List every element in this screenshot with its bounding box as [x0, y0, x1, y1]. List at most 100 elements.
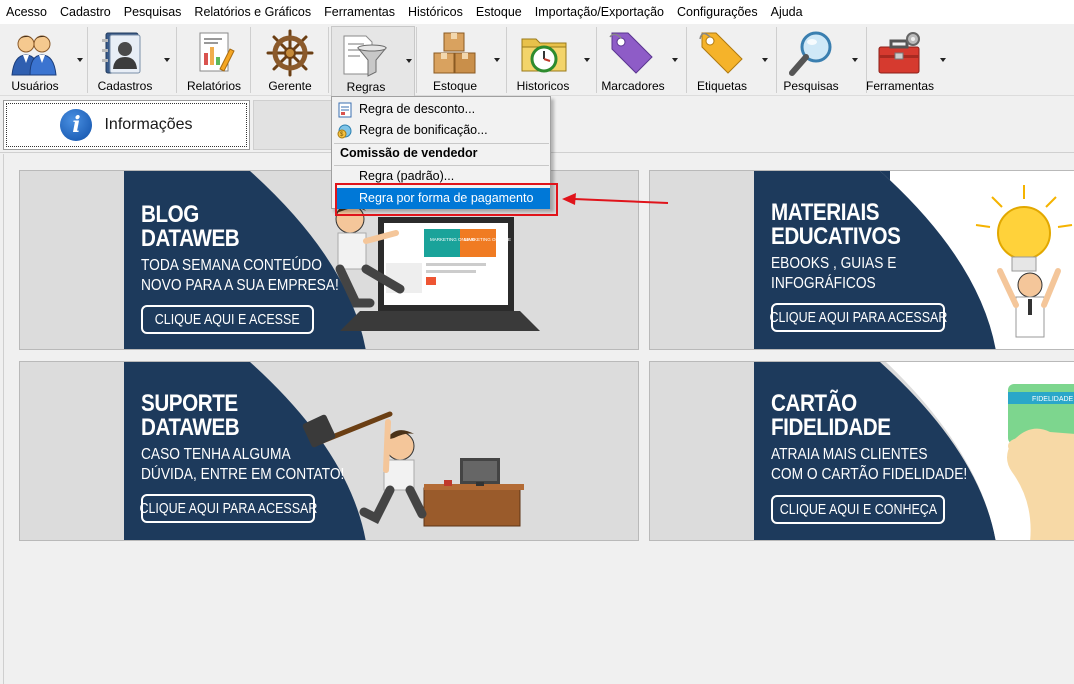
cartao-cta-button[interactable]: CLIQUE AQUI E CONHEÇA: [771, 495, 945, 524]
laptop-text-right: MARKETING OFFLINE: [464, 237, 511, 242]
toolbar-separator: [328, 27, 329, 93]
menu-item-regra-desconto[interactable]: Regra de desconto...: [333, 99, 550, 120]
cartao-subtitle-line1: ATRAIA MAIS CLIENTES: [771, 446, 928, 463]
materiais-subtitle-line2: INFOGRÁFICOS: [771, 275, 876, 292]
tab-informacoes[interactable]: i Informações: [3, 100, 250, 150]
usuarios-dropdown-arrow[interactable]: [77, 58, 83, 62]
clock-folder-icon: [521, 38, 567, 73]
menu-bar: Acesso Cadastro Pesquisas Relatórios e G…: [0, 0, 1074, 24]
regras-dropdown-arrow[interactable]: [406, 59, 412, 63]
estoque-button[interactable]: Estoque: [420, 26, 504, 94]
suporte-cta-button[interactable]: CLIQUE AQUI PARA ACESSAR: [139, 494, 317, 523]
contacts-icon: [102, 32, 141, 74]
toolbar-separator: [506, 27, 507, 93]
gerente-label: Gerente: [268, 79, 312, 93]
suporte-banner-background: [20, 362, 638, 540]
historicos-dropdown-arrow[interactable]: [584, 58, 590, 62]
materiais-title-line1: MATERIAIS: [771, 199, 880, 226]
annotation-highlight-box: [335, 183, 558, 216]
pesquisas-dropdown-arrow[interactable]: [852, 58, 858, 62]
ferramentas-dropdown-arrow[interactable]: [940, 58, 946, 62]
toolbar-separator: [416, 27, 417, 93]
cartao-card-text: FIDELIDADE: [1032, 396, 1074, 403]
main-content: MARKETING ONLINE MARKETING OFFLINE BLOG …: [3, 154, 1074, 684]
menu-pesquisas[interactable]: Pesquisas: [118, 0, 189, 24]
boxes-icon: [433, 32, 476, 74]
materiais-cta-button[interactable]: CLIQUE AQUI PARA ACESSAR: [769, 303, 947, 332]
cadastros-label: Cadastros: [97, 79, 153, 93]
pesquisas-button[interactable]: Pesquisas: [778, 26, 864, 94]
tag-icon: [609, 32, 653, 74]
toolbox-icon: [878, 32, 920, 74]
relatorios-label: Relatórios: [186, 79, 242, 93]
suporte-title-line2: DATAWEB: [141, 414, 240, 441]
menu-ajuda[interactable]: Ajuda: [765, 0, 810, 24]
menu-item-regra-desconto-label: Regra de desconto...: [359, 102, 476, 116]
menu-relatorios-graficos[interactable]: Relatórios e Gráficos: [188, 0, 318, 24]
pesquisas-label: Pesquisas: [783, 79, 839, 93]
bonus-rule-icon: $: [337, 124, 352, 139]
blog-cta-label: CLIQUE AQUI E ACESSE: [155, 311, 300, 328]
menu-item-regra-padrao-label: Regra (padrão)...: [359, 169, 455, 183]
blog-subtitle-line2: NOVO PARA A SUA EMPRESA!: [141, 277, 339, 294]
materiais-educativos-banner[interactable]: MATERIAIS EDUCATIVOS EBOOKS , GUIAS E IN…: [649, 170, 1074, 350]
blog-title-line2: DATAWEB: [141, 225, 240, 252]
marcadores-dropdown-arrow[interactable]: [672, 58, 678, 62]
marcadores-label: Marcadores: [601, 79, 665, 93]
menu-historicos[interactable]: Históricos: [402, 0, 470, 24]
relatorios-button[interactable]: Relatórios: [180, 26, 248, 94]
tab-secondary[interactable]: [253, 100, 333, 150]
regras-button[interactable]: Regras: [331, 26, 415, 96]
annotation-arrow-icon: [562, 193, 669, 205]
suporte-cta-label: CLIQUE AQUI PARA ACESSAR: [139, 500, 317, 517]
cartao-title-line2: FIDELIDADE: [771, 414, 891, 441]
toolbar-separator: [776, 27, 777, 93]
menu-importacao-exportacao[interactable]: Importação/Exportação: [529, 0, 671, 24]
ferramentas-button[interactable]: Ferramentas: [866, 26, 950, 94]
menu-ferramentas[interactable]: Ferramentas: [318, 0, 402, 24]
funnel-rules-icon: [343, 35, 388, 77]
menu-acesso[interactable]: Acesso: [0, 0, 54, 24]
materiais-title-line2: EDUCATIVOS: [771, 223, 901, 250]
estoque-label: Estoque: [432, 79, 478, 93]
reports-icon: [199, 32, 235, 72]
menu-cadastro[interactable]: Cadastro: [54, 0, 118, 24]
toolbar-separator: [250, 27, 251, 93]
ferramentas-label: Ferramentas: [866, 79, 935, 93]
cadastros-button[interactable]: Cadastros: [90, 26, 174, 94]
menu-configuracoes[interactable]: Configurações: [671, 0, 765, 24]
menu-header-comissao-vendedor: Comissão de vendedor: [340, 146, 478, 160]
cadastros-dropdown-arrow[interactable]: [164, 58, 170, 62]
tab-informacoes-label: Informações: [104, 116, 193, 133]
suporte-title-line1: SUPORTE: [141, 390, 238, 417]
materiais-subtitle-line1: EBOOKS , GUIAS E: [771, 255, 897, 272]
menu-estoque[interactable]: Estoque: [470, 0, 529, 24]
historicos-button[interactable]: Historicos: [510, 26, 594, 94]
toolbar: Usuários Cadastros Relatórios Gerente Re…: [0, 24, 1074, 96]
blog-cta-button[interactable]: CLIQUE AQUI E ACESSE: [141, 305, 314, 334]
suporte-dataweb-banner[interactable]: SUPORTE DATAWEB CASO TENHA ALGUMA DÚVIDA…: [19, 361, 639, 541]
users-icon: [11, 35, 57, 76]
etiquetas-dropdown-arrow[interactable]: [762, 58, 768, 62]
cartao-subtitle-line2: COM O CARTÃO FIDELIDADE!: [771, 466, 968, 483]
gerente-button[interactable]: Gerente: [254, 26, 326, 94]
usuarios-label: Usuários: [11, 79, 59, 93]
toolbar-separator: [176, 27, 177, 93]
marcadores-button[interactable]: Marcadores: [598, 26, 684, 94]
cartao-cta-label: CLIQUE AQUI E CONHEÇA: [779, 501, 937, 518]
usuarios-button[interactable]: Usuários: [4, 26, 86, 94]
cartao-fidelidade-banner[interactable]: FIDELIDADE CARTÃO FIDELIDADE ATRAIA MAIS…: [649, 361, 1074, 541]
blog-subtitle-line1: TODA SEMANA CONTEÚDO: [141, 257, 322, 274]
cartao-title-line1: CARTÃO: [771, 390, 857, 417]
toolbar-separator: [686, 27, 687, 93]
estoque-dropdown-arrow[interactable]: [494, 58, 500, 62]
magnifier-icon: [789, 31, 832, 76]
ship-wheel-icon: [266, 29, 314, 77]
etiquetas-label: Etiquetas: [696, 79, 748, 93]
suporte-subtitle-line2: DÚVIDA, ENTRE EM CONTATO!: [141, 466, 345, 483]
regras-label: Regras: [346, 80, 386, 94]
label-icon: [699, 32, 743, 74]
menu-item-regra-bonificacao[interactable]: $ Regra de bonificação...: [333, 120, 550, 141]
suporte-subtitle-line1: CASO TENHA ALGUMA: [141, 446, 291, 463]
etiquetas-button[interactable]: Etiquetas: [688, 26, 774, 94]
